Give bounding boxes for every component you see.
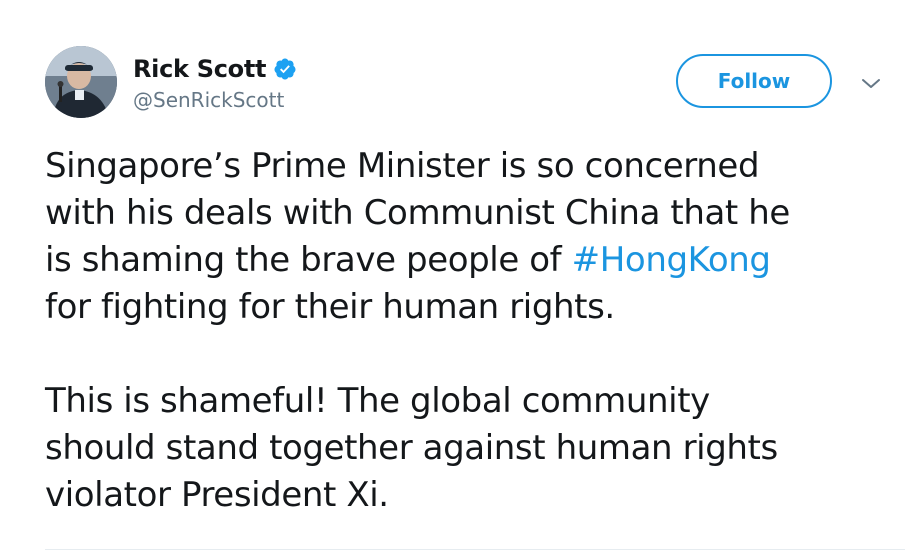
tweet-line: is shaming the brave people of xyxy=(45,240,572,280)
tweet-paragraph-1: Singapore’s Prime Minister is so concern… xyxy=(45,143,885,331)
tweet-card: Rick Scott @SenRickScott Follow Singapor… xyxy=(0,0,905,555)
author-block: Rick Scott @SenRickScott xyxy=(133,52,297,112)
tweet-line: for fighting for their human rights. xyxy=(45,287,615,327)
verified-badge-icon xyxy=(273,57,297,81)
tweet-paragraph-2: This is shameful! The global community s… xyxy=(45,378,885,519)
avatar-photo-icon xyxy=(45,46,117,118)
hashtag-link[interactable]: #HongKong xyxy=(572,240,771,280)
avatar[interactable] xyxy=(45,46,117,118)
name-row: Rick Scott xyxy=(133,52,297,86)
tweet-line: This is shameful! The global community xyxy=(45,381,710,421)
tweet-line: with his deals with Communist China that… xyxy=(45,193,790,233)
divider xyxy=(45,549,905,550)
tweet-line: Singapore’s Prime Minister is so concern… xyxy=(45,146,760,186)
follow-button[interactable]: Follow xyxy=(676,54,832,108)
tweet-line: violator President Xi. xyxy=(45,475,389,515)
user-handle[interactable]: @SenRickScott xyxy=(133,88,297,112)
display-name[interactable]: Rick Scott xyxy=(133,55,267,83)
chevron-down-icon[interactable] xyxy=(860,72,882,94)
tweet-text: Singapore’s Prime Minister is so concern… xyxy=(45,143,885,519)
tweet-line: should stand together against human righ… xyxy=(45,428,778,468)
